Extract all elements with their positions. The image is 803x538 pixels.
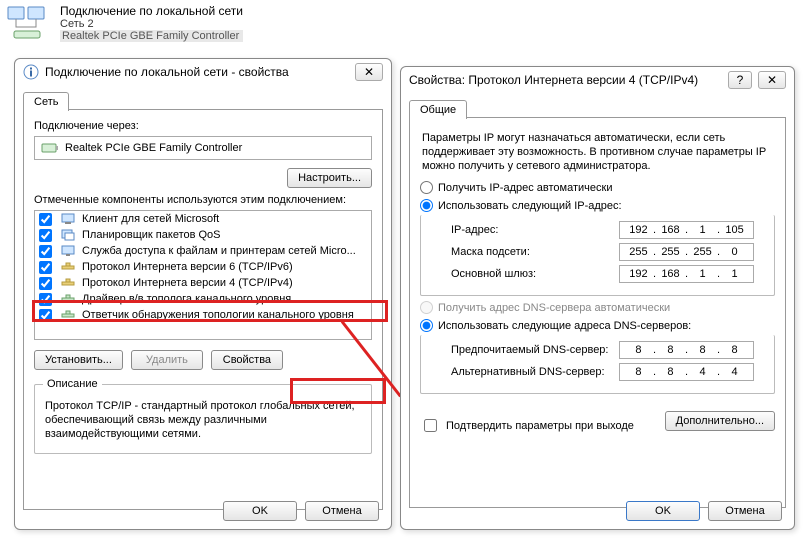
configure-button[interactable]: Настроить...: [287, 168, 372, 188]
network-name: Сеть 2: [60, 18, 243, 30]
component-checkbox[interactable]: [39, 293, 52, 306]
close-icon: ✕: [767, 73, 777, 87]
driver-icon: [60, 292, 76, 306]
adapter-name: Realtek PCIe GBE Family Controller: [60, 30, 243, 42]
list-item[interactable]: Ответчик обнаружения топологии канальног…: [35, 307, 371, 323]
component-checkbox[interactable]: [39, 245, 52, 258]
close-button[interactable]: ✕: [758, 71, 786, 89]
fileshare-icon: [60, 244, 76, 258]
component-label: Служба доступа к файлам и принтерам сете…: [82, 245, 356, 257]
adapter-name-text: Realtek PCIe GBE Family Controller: [65, 142, 242, 154]
info-text: Параметры IP могут назначаться автоматич…: [422, 132, 773, 173]
protocol-icon: [60, 260, 76, 274]
ipv4-properties-dialog: Свойства: Протокол Интернета версии 4 (T…: [400, 66, 795, 530]
ip-address-input[interactable]: 192. 168. 1. 105: [619, 221, 754, 239]
confirm-on-exit-checkbox[interactable]: [424, 419, 437, 432]
gateway-label: Основной шлюз:: [451, 268, 611, 280]
radio-auto-dns: Получить адрес DNS-сервера автоматически: [420, 301, 775, 314]
component-checkbox[interactable]: [39, 277, 52, 290]
description-legend: Описание: [43, 378, 102, 390]
gateway-input[interactable]: 192. 168. 1. 1: [619, 265, 754, 283]
list-item[interactable]: Клиент для сетей Microsoft: [35, 211, 371, 227]
client-icon: [60, 212, 76, 226]
qos-icon: [60, 228, 76, 242]
dialog-title: Свойства: Протокол Интернета версии 4 (T…: [409, 73, 698, 87]
titlebar: Подключение по локальной сети - свойства…: [15, 59, 391, 85]
component-label: Ответчик обнаружения топологии канальног…: [82, 309, 354, 321]
radio-manual-dns[interactable]: Использовать следующие адреса DNS-сервер…: [420, 319, 775, 332]
radio-input: [420, 301, 433, 314]
list-item[interactable]: Планировщик пакетов QoS: [35, 227, 371, 243]
radio-auto-ip[interactable]: Получить IP-адрес автоматически: [420, 181, 775, 194]
component-checkbox[interactable]: [39, 261, 52, 274]
close-button[interactable]: ✕: [355, 63, 383, 81]
dialog-title: Подключение по локальной сети - свойства: [45, 65, 289, 79]
radio-label: Получить адрес DNS-сервера автоматически: [438, 302, 670, 314]
cancel-button[interactable]: Отмена: [305, 501, 379, 521]
advanced-button[interactable]: Дополнительно...: [665, 411, 775, 431]
component-checkbox[interactable]: [39, 229, 52, 242]
description-group: Описание Протокол TCP/IP - стандартный п…: [34, 378, 372, 454]
close-icon: ✕: [364, 65, 374, 79]
component-label: Протокол Интернета версии 4 (TCP/IPv4): [82, 277, 293, 289]
properties-button[interactable]: Свойства: [211, 350, 283, 370]
components-label: Отмеченные компоненты используются этим …: [34, 194, 372, 206]
ip-address-label: IP-адрес:: [451, 224, 611, 236]
component-checkbox[interactable]: [39, 309, 52, 322]
ok-button[interactable]: OK: [223, 501, 297, 521]
radio-input[interactable]: [420, 181, 433, 194]
subnet-mask-label: Маска подсети:: [451, 246, 611, 258]
component-label: Протокол Интернета версии 6 (TCP/IPv6): [82, 261, 293, 273]
network-adapter-icon: [6, 5, 50, 41]
component-label: Драйвер в/в тополога канального уровня: [82, 293, 291, 305]
radio-input[interactable]: [420, 319, 433, 332]
radio-label: Использовать следующий IP-адрес:: [438, 200, 622, 212]
connect-via-label: Подключение через:: [34, 120, 372, 132]
uninstall-button[interactable]: Удалить: [131, 350, 203, 370]
list-item[interactable]: Протокол Интернета версии 6 (TCP/IPv6): [35, 259, 371, 275]
tab-network[interactable]: Сеть: [23, 92, 69, 111]
connection-title: Подключение по локальной сети: [60, 4, 243, 18]
component-checkbox[interactable]: [39, 213, 52, 226]
tab-general[interactable]: Общие: [409, 100, 467, 119]
component-label: Планировщик пакетов QoS: [82, 229, 221, 241]
list-item[interactable]: Драйвер в/в тополога канального уровня: [35, 291, 371, 307]
radio-label: Использовать следующие адреса DNS-сервер…: [438, 320, 691, 332]
connection-header: Подключение по локальной сети Сеть 2 Rea…: [0, 0, 803, 44]
preferred-dns-label: Предпочитаемый DNS-сервер:: [451, 344, 611, 356]
alternate-dns-input[interactable]: 8. 8. 4. 4: [619, 363, 754, 381]
radio-label: Получить IP-адрес автоматически: [438, 182, 612, 194]
list-item[interactable]: Служба доступа к файлам и принтерам сете…: [35, 243, 371, 259]
components-list[interactable]: Клиент для сетей Microsoft Планировщик п…: [34, 210, 372, 340]
protocol-icon: [60, 276, 76, 290]
preferred-dns-input[interactable]: 8. 8. 8. 8: [619, 341, 754, 359]
cancel-button[interactable]: Отмена: [708, 501, 782, 521]
install-button[interactable]: Установить...: [34, 350, 123, 370]
titlebar: Свойства: Протокол Интернета версии 4 (T…: [401, 67, 794, 93]
radio-input[interactable]: [420, 199, 433, 212]
help-icon: ?: [737, 73, 744, 87]
info-icon: [23, 64, 39, 80]
ok-button[interactable]: OK: [626, 501, 700, 521]
nic-card-icon: [41, 141, 59, 155]
component-label: Клиент для сетей Microsoft: [82, 213, 219, 225]
description-text: Протокол TCP/IP - стандартный протокол г…: [45, 400, 361, 441]
confirm-on-exit-label: Подтвердить параметры при выходе: [446, 420, 634, 432]
help-button[interactable]: ?: [728, 71, 752, 89]
adapter-field: Realtek PCIe GBE Family Controller: [34, 136, 372, 160]
list-item[interactable]: Протокол Интернета версии 4 (TCP/IPv4): [35, 275, 371, 291]
connection-properties-dialog: Подключение по локальной сети - свойства…: [14, 58, 392, 530]
radio-manual-ip[interactable]: Использовать следующий IP-адрес:: [420, 199, 775, 212]
alternate-dns-label: Альтернативный DNS-сервер:: [451, 366, 611, 378]
subnet-mask-input[interactable]: 255. 255. 255. 0: [619, 243, 754, 261]
responder-icon: [60, 308, 76, 322]
